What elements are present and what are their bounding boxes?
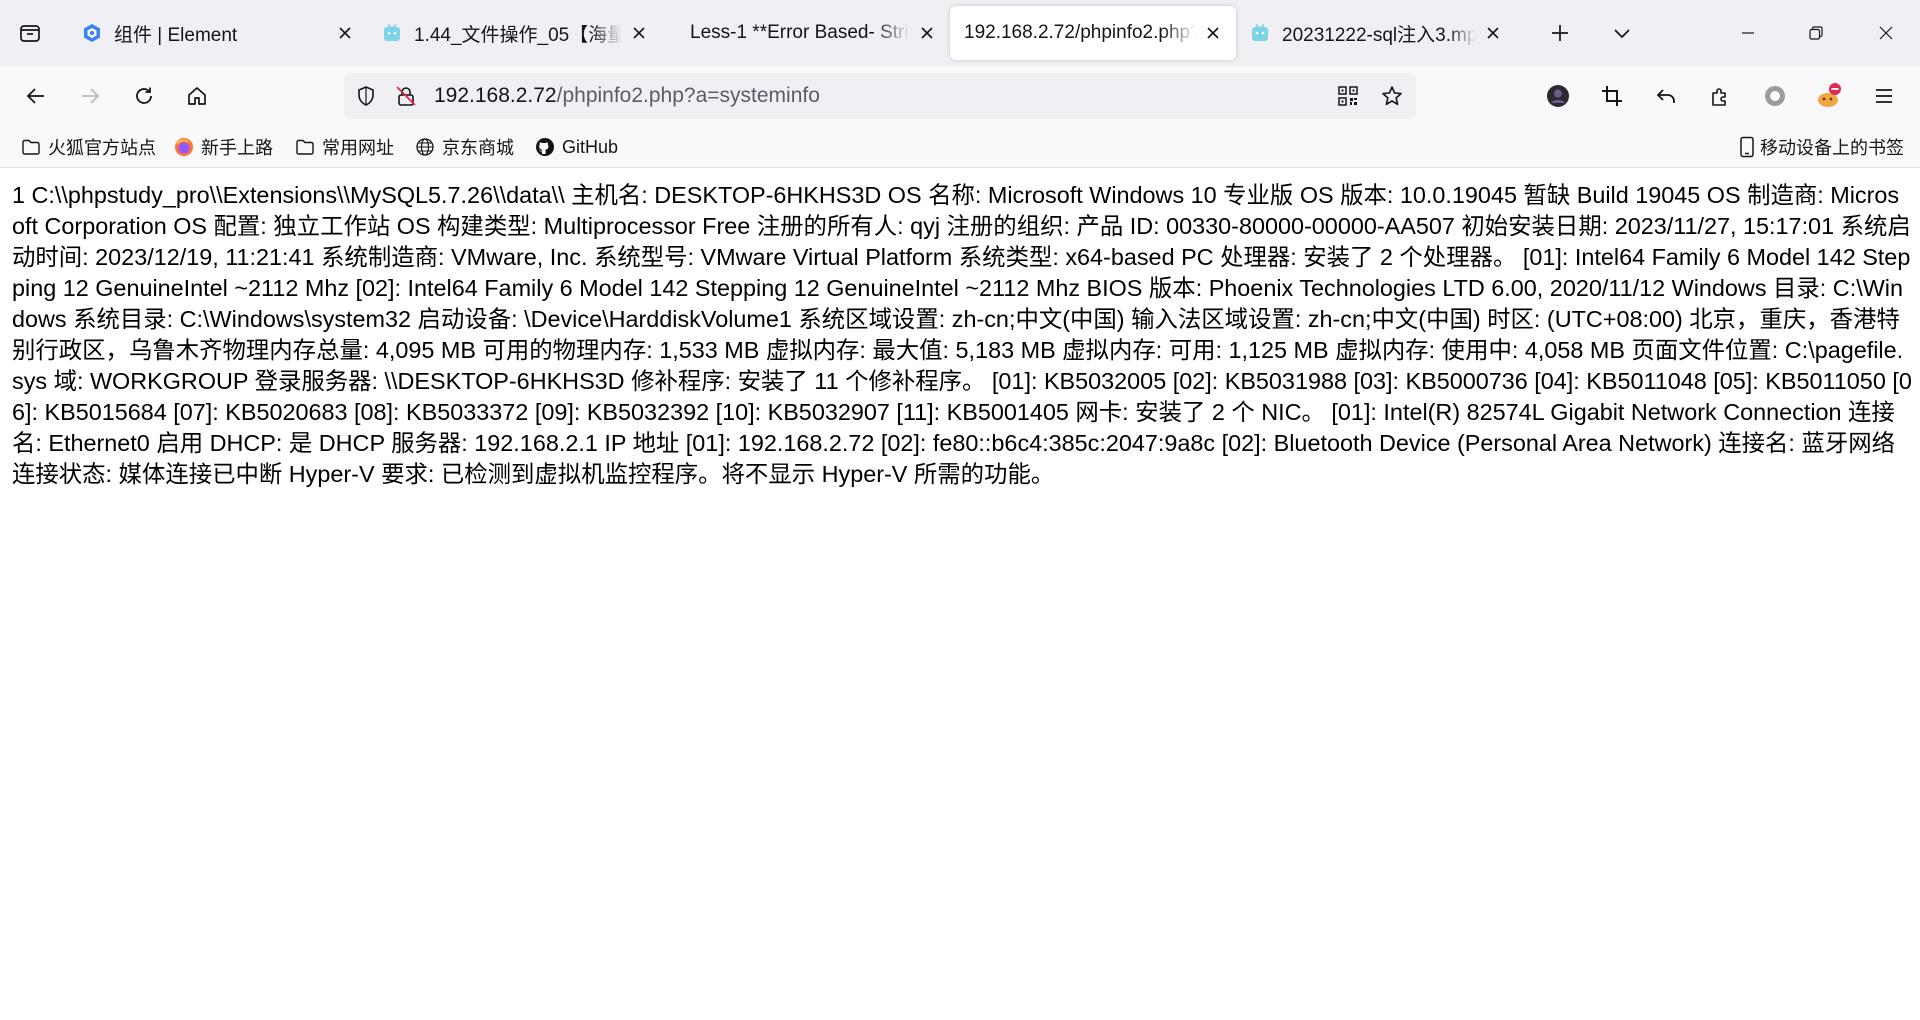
url-bar[interactable]: 192.168.2.72/phpinfo2.php?a=systeminfo	[344, 73, 1416, 119]
tracking-protection-shield-icon[interactable]	[354, 84, 378, 108]
bookmark-label: 京东商城	[442, 138, 514, 158]
url-text[interactable]: 192.168.2.72/phpinfo2.php?a=systeminfo	[434, 84, 820, 108]
element-logo-icon	[82, 23, 102, 43]
restore-icon	[1809, 26, 1823, 40]
puzzle-piece-icon	[1712, 88, 1726, 106]
reload-button[interactable]	[124, 76, 164, 116]
folder-icon	[294, 136, 316, 158]
back-arrow-icon	[26, 88, 44, 104]
bookmark-label: 常用网址	[322, 138, 394, 158]
page-content: 1 C:\\phpstudy_pro\\Extensions\\MySQL5.7…	[0, 169, 1920, 1020]
folder-icon	[20, 136, 42, 158]
close-icon[interactable]	[916, 22, 938, 44]
minimize-icon	[1742, 32, 1754, 34]
bilibili-tv-icon	[382, 23, 402, 43]
tab-title: Less-1 **Error Based- String	[690, 22, 910, 43]
tab-title: 1.44_文件操作_05【海量	[414, 24, 622, 46]
bookmark-jd[interactable]: 京东商城	[414, 135, 514, 159]
close-icon[interactable]	[334, 22, 356, 44]
tab-less-1[interactable]: Less-1 **Error Based- String	[662, 6, 950, 60]
tab-bilibili-file-ops[interactable]: 1.44_文件操作_05【海量	[368, 6, 662, 60]
list-all-tabs-button[interactable]	[1602, 13, 1642, 53]
tab-overview-icon	[20, 25, 40, 42]
tab-title: 组件 | Element	[114, 24, 238, 46]
qr-code-icon[interactable]	[1336, 84, 1360, 108]
url-path: /phpinfo2.php?a=systeminfo	[556, 84, 820, 107]
bilibili-tv-icon	[1250, 23, 1270, 43]
close-window-button[interactable]	[1856, 0, 1916, 66]
extension-pet-button[interactable]	[1809, 76, 1849, 116]
bookmark-label: 新手上路	[201, 138, 273, 158]
restore-button[interactable]	[1786, 0, 1846, 66]
home-button[interactable]	[177, 76, 217, 116]
tab-bilibili-sql[interactable]: 20231222-sql注入3.mp4	[1236, 6, 1516, 60]
undo-arrow-icon	[1656, 89, 1675, 103]
tab-overview-button[interactable]	[10, 13, 50, 53]
tab-phpinfo2[interactable]: 192.168.2.72/phpinfo2.php?a	[950, 6, 1236, 60]
systeminfo-output: 1 C:\\phpstudy_pro\\Extensions\\MySQL5.7…	[12, 182, 1912, 487]
globe-icon	[414, 136, 436, 158]
bookmark-label: 火狐官方站点	[48, 138, 156, 158]
avatar-icon	[1547, 85, 1569, 107]
url-host: 192.168.2.72	[434, 84, 557, 107]
close-icon[interactable]	[628, 22, 650, 44]
crop-icon	[1602, 86, 1622, 106]
tab-title: 192.168.2.72/phpinfo2.php?a	[964, 22, 1196, 43]
firefox-icon	[173, 136, 195, 158]
bookmark-common-sites[interactable]: 常用网址	[294, 135, 394, 159]
back-button[interactable]	[16, 76, 56, 116]
forward-button[interactable]	[70, 76, 110, 116]
forward-arrow-icon	[82, 88, 100, 104]
tab-element[interactable]: 组件 | Element	[68, 6, 368, 60]
bookmark-github[interactable]: GitHub	[534, 135, 618, 159]
bookmark-mobile[interactable]: 移动设备上的书签	[1736, 135, 1904, 159]
home-icon	[188, 87, 206, 105]
bookmark-label: 移动设备上的书签	[1760, 138, 1904, 158]
hamburger-menu-icon	[1876, 89, 1892, 103]
app-menu-button[interactable]	[1864, 76, 1904, 116]
bookmark-star-icon[interactable]	[1380, 84, 1404, 108]
bookmark-firefox-official[interactable]: 火狐官方站点	[20, 135, 156, 159]
insecure-connection-lock-icon[interactable]	[394, 84, 418, 108]
account-avatar-button[interactable]	[1538, 76, 1578, 116]
undo-button[interactable]	[1646, 76, 1686, 116]
circle-extension-icon	[1765, 86, 1785, 106]
tabs: 组件 | Element 1.44_文件操作_05【海量 Less-1 **Er…	[68, 0, 1516, 66]
close-icon[interactable]	[1202, 22, 1224, 44]
github-icon	[534, 136, 556, 158]
new-tab-button[interactable]	[1540, 13, 1580, 53]
tab-title: 20231222-sql注入3.mp4	[1282, 24, 1476, 46]
plus-icon	[1552, 25, 1568, 41]
navigation-toolbar: 192.168.2.72/phpinfo2.php?a=systeminfo	[0, 66, 1920, 126]
chevron-down-icon	[1614, 29, 1630, 39]
bookmarks-toolbar: 火狐官方站点 新手上路 常用网址 京东商城 GitHub 移动设备上的书签	[0, 126, 1920, 168]
reload-icon	[136, 87, 152, 104]
extensions-button[interactable]	[1700, 76, 1740, 116]
mobile-device-icon	[1736, 136, 1758, 158]
screenshot-crop-button[interactable]	[1592, 76, 1632, 116]
bookmark-getting-started[interactable]: 新手上路	[173, 135, 273, 159]
extension-badge-icon	[1818, 83, 1841, 107]
close-icon	[1879, 26, 1893, 40]
extension-circle-button[interactable]	[1755, 76, 1795, 116]
bookmark-label: GitHub	[562, 136, 619, 157]
close-icon[interactable]	[1482, 22, 1504, 44]
tab-strip: 组件 | Element 1.44_文件操作_05【海量 Less-1 **Er…	[0, 0, 1920, 66]
minimize-button[interactable]	[1718, 0, 1778, 66]
